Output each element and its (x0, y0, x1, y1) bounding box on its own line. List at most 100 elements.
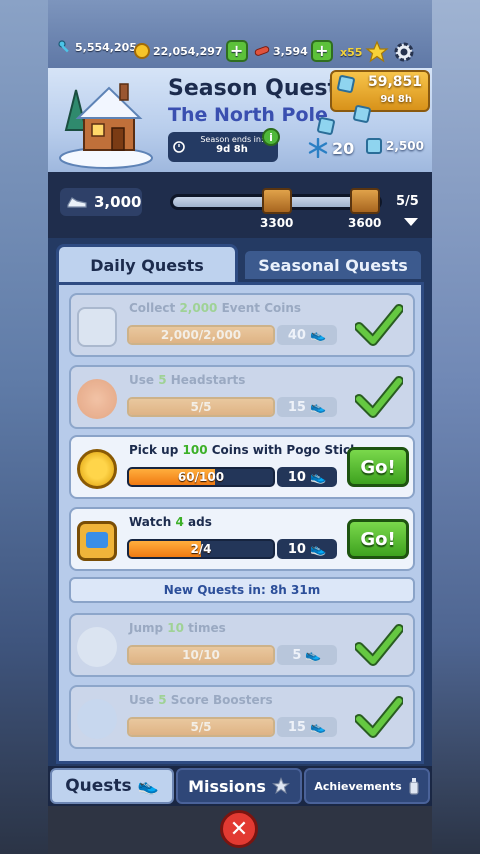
quest-card: Watch 4 ads 2/4 10 👟 Go! (69, 507, 415, 571)
score-booster-icon (77, 699, 117, 739)
quest-card: Jump 10 times 10/10 5 👟 (69, 613, 415, 677)
key-icon (58, 40, 69, 53)
multiplier-value: x55 (340, 45, 363, 59)
ice-total-value: 2,500 (386, 139, 424, 153)
keys-counter: 5,554,205 (58, 40, 137, 54)
quest-card: Pick up 100 Coins with Pogo Sticks 60/10… (69, 435, 415, 499)
quest-title: Watch 4 ads (129, 515, 212, 529)
checkmark-icon (355, 376, 403, 418)
event-coin-icon (77, 307, 117, 347)
quest-title: Collect 2,000 Event Coins (129, 301, 302, 315)
reward-chest-icon[interactable] (262, 188, 292, 214)
quest-progress-bar: 2,000/2,000 (127, 325, 275, 345)
tab-missions-label: Missions (188, 776, 266, 796)
tab-missions[interactable]: Missions (176, 768, 302, 804)
checkmark-icon (355, 696, 403, 738)
north-pole-house-illustration (59, 83, 153, 169)
go-button[interactable]: Go! (347, 447, 409, 487)
quest-reward: 10 👟 (277, 467, 337, 487)
quest-progress-bar: 2/4 (127, 539, 275, 559)
quest-progress-text: 2/4 (190, 542, 212, 556)
hoverboards-counter: 3,594 + (254, 40, 333, 62)
quest-reward: 15 👟 (277, 397, 337, 417)
quest-reward: 5 👟 (277, 645, 337, 665)
quest-progress-text: 5/5 (190, 720, 212, 734)
background-right (432, 0, 480, 854)
ice-cube-icon (352, 104, 372, 124)
keys-value: 5,554,205 (75, 40, 137, 54)
add-coins-button[interactable]: + (225, 40, 248, 62)
quest-title: Use 5 Score Boosters (129, 693, 273, 707)
season-subtitle: The North Pole (168, 104, 328, 126)
token-counter: 3,000 (60, 188, 142, 216)
quest-title: Jump 10 times (129, 621, 226, 635)
ice-cube-icon (336, 74, 356, 94)
quest-title: Pick up 100 Coins with Pogo Sticks (129, 443, 366, 457)
season-progress: 3,000 3300 3600 5/5 (48, 172, 432, 238)
sneaker-icon: 👟 (305, 647, 322, 663)
tab-seasonal-quests[interactable]: Seasonal Quests (242, 248, 424, 282)
add-hoverboards-button[interactable]: + (310, 40, 333, 62)
sneaker-icon: 👟 (309, 469, 327, 485)
quest-progress-bar: 5/5 (127, 717, 275, 737)
quest-reward: 10 👟 (277, 539, 337, 559)
checkmark-icon (355, 624, 403, 666)
tab-quests[interactable]: Quests 👟 (50, 768, 174, 804)
season-currency-value: 59,851 (367, 74, 422, 90)
bottom-navigation: Quests 👟 Missions Achievements (48, 766, 432, 806)
token-value: 3,000 (94, 193, 142, 211)
hoverboard-icon (254, 46, 270, 56)
quest-progress-text: 5/5 (190, 400, 212, 414)
progress-count: 5/5 (396, 194, 419, 209)
tv-ad-icon (77, 521, 117, 561)
tab-achievements-label: Achievements (314, 779, 402, 793)
tab-daily-quests[interactable]: Daily Quests (56, 244, 238, 284)
ice-count: 20 (308, 138, 354, 158)
checkmark-icon (355, 304, 403, 346)
coins-counter: 22,054,297 + (134, 40, 248, 62)
sneaker-icon (67, 197, 87, 208)
star-icon (365, 40, 390, 63)
sneaker-icon: 👟 (309, 399, 327, 415)
hoverboards-value: 3,594 (273, 44, 308, 58)
info-button[interactable]: i (262, 128, 280, 146)
ice-count-value: 20 (332, 138, 355, 158)
close-button[interactable]: ✕ (220, 810, 258, 848)
tab-achievements[interactable]: Achievements (304, 768, 430, 804)
quest-progress-text: 10/10 (182, 648, 220, 662)
quest-tabs: Daily Quests Seasonal Quests (56, 244, 424, 284)
headstart-icon (77, 379, 117, 419)
coin-icon (77, 449, 117, 489)
quest-progress-text: 2,000/2,000 (160, 328, 242, 342)
spray-can-icon (409, 778, 419, 795)
jump-icon (77, 627, 117, 667)
gear-icon[interactable] (392, 40, 416, 64)
quest-reward: 40 👟 (277, 325, 337, 345)
reward-chest-icon[interactable] (350, 188, 380, 214)
coins-value: 22,054,297 (153, 44, 223, 58)
sneaker-icon: 👟 (309, 541, 327, 557)
ice-total: 2,500 (366, 138, 424, 154)
quest-progress-bar: 60/100 (127, 467, 275, 487)
sneaker-icon: 👟 (309, 327, 327, 343)
quest-card: Use 5 Score Boosters 5/5 15 👟 (69, 685, 415, 749)
quest-card: Use 5 Headstarts 5/5 15 👟 (69, 365, 415, 429)
expand-caret-icon[interactable] (404, 218, 418, 226)
season-title: Season Quests (168, 76, 352, 101)
multiplier-counter: x55 (340, 40, 416, 64)
snowflake-icon (308, 138, 328, 158)
quest-progress-bar: 5/5 (127, 397, 275, 417)
quest-title: Use 5 Headstarts (129, 373, 246, 387)
background-left (0, 0, 48, 854)
go-button[interactable]: Go! (347, 519, 409, 559)
stopwatch-icon (173, 141, 185, 153)
resource-bar: 5,554,205 22,054,297 + 3,594 + x55 (48, 0, 432, 68)
quest-progress-bar: 10/10 (127, 645, 275, 665)
quest-card: Collect 2,000 Event Coins 2,000/2,000 40… (69, 293, 415, 357)
season-banner: Season Quests The North Pole Season ends… (48, 68, 432, 172)
ice-block-icon (366, 138, 382, 154)
sneaker-icon: 👟 (137, 776, 159, 796)
new-quests-timer: New Quests in: 8h 31m (69, 577, 415, 603)
milestone-label: 3600 (348, 216, 382, 230)
milestone-label: 3300 (260, 216, 294, 230)
